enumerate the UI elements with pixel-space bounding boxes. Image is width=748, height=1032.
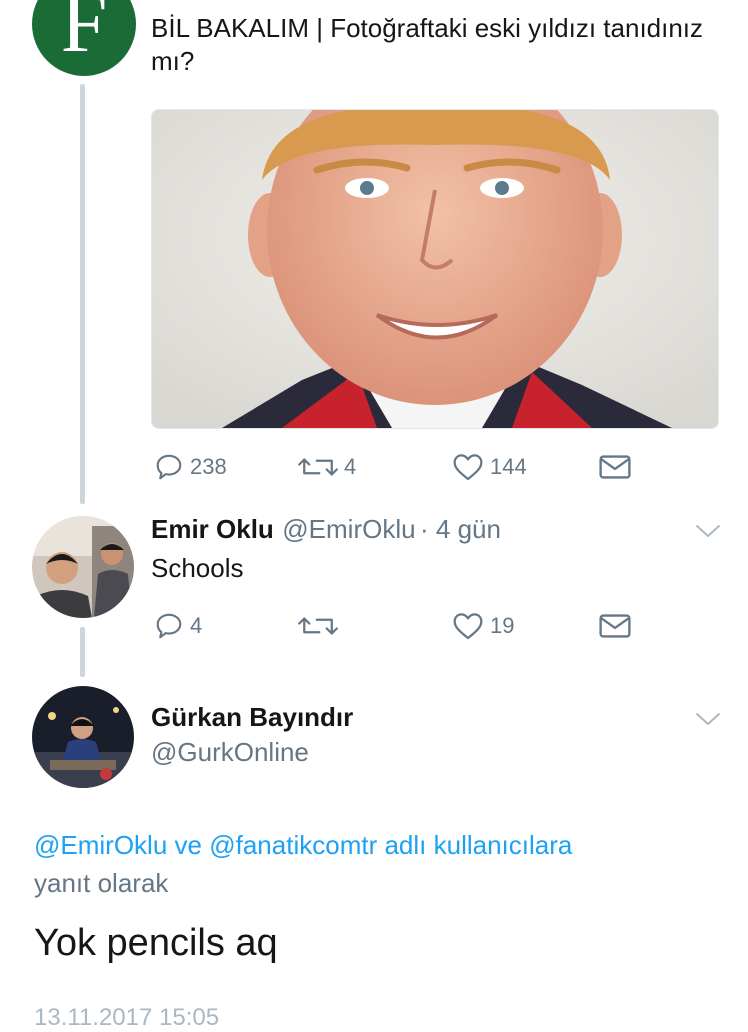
tweet-text: Yok pencils aq: [34, 922, 278, 964]
display-name[interactable]: Emir Oklu: [151, 514, 274, 544]
avatar-image: [32, 516, 134, 618]
thread-line: [80, 627, 85, 677]
avatar[interactable]: [32, 686, 134, 788]
chevron-down-icon[interactable]: [695, 523, 721, 539]
dm-button[interactable]: [598, 611, 632, 641]
tweet-time[interactable]: · 4 gün: [420, 514, 501, 544]
user-handle[interactable]: @EmirOklu: [282, 514, 415, 544]
thread-line: [80, 84, 85, 504]
retweet-icon: [298, 617, 338, 635]
dm-button[interactable]: [598, 452, 632, 482]
like-button[interactable]: 144: [452, 452, 527, 482]
avatar-image: [32, 686, 134, 788]
retweet-button[interactable]: 4: [298, 452, 356, 482]
tweet-photo[interactable]: [151, 109, 719, 429]
tweet-timestamp[interactable]: 13.11.2017 15:05: [34, 1004, 219, 1032]
tweet-text: Schools: [151, 553, 244, 583]
reply-count: 4: [190, 613, 203, 638]
mention-link[interactable]: @EmirOklu: [34, 830, 167, 860]
retweet-count: 4: [344, 454, 357, 479]
avatar[interactable]: F: [32, 0, 136, 76]
replying-to-label: yanıt olarak: [34, 868, 169, 898]
replying-to: @EmirOklu ve @fanatikcomtr adlı kullanıc…: [34, 826, 714, 902]
connector-text: ve: [174, 830, 202, 860]
mention-link[interactable]: @fanatikcomtr: [209, 830, 377, 860]
heart-icon: [453, 613, 483, 640]
envelope-icon: [599, 614, 631, 638]
fanatik-logo-icon: F: [60, 0, 108, 70]
reply-icon: [156, 454, 182, 480]
chevron-down-icon[interactable]: [695, 711, 721, 727]
tweet-text: BİL BAKALIM | Fotoğraftaki eski yıldızı …: [151, 13, 704, 76]
display-name[interactable]: Gürkan Bayındır: [151, 702, 353, 733]
envelope-icon: [599, 455, 631, 479]
heart-icon: [453, 454, 483, 481]
reply-count: 238: [190, 454, 227, 479]
like-count: 144: [490, 454, 527, 479]
player-portrait: [152, 110, 718, 428]
reply-button[interactable]: 238: [154, 452, 227, 482]
retweet-icon: [298, 458, 338, 476]
avatar[interactable]: [32, 516, 134, 618]
reply-button[interactable]: 4: [154, 611, 202, 641]
replying-to-suffix: adlı kullanıcılara: [384, 830, 573, 860]
like-button[interactable]: 19: [452, 611, 514, 641]
retweet-button[interactable]: [298, 611, 344, 641]
user-handle[interactable]: @GurkOnline: [151, 737, 309, 768]
tweet-header: Emir Oklu @EmirOklu · 4 gün: [151, 514, 501, 545]
like-count: 19: [490, 613, 515, 638]
reply-icon: [156, 613, 182, 639]
